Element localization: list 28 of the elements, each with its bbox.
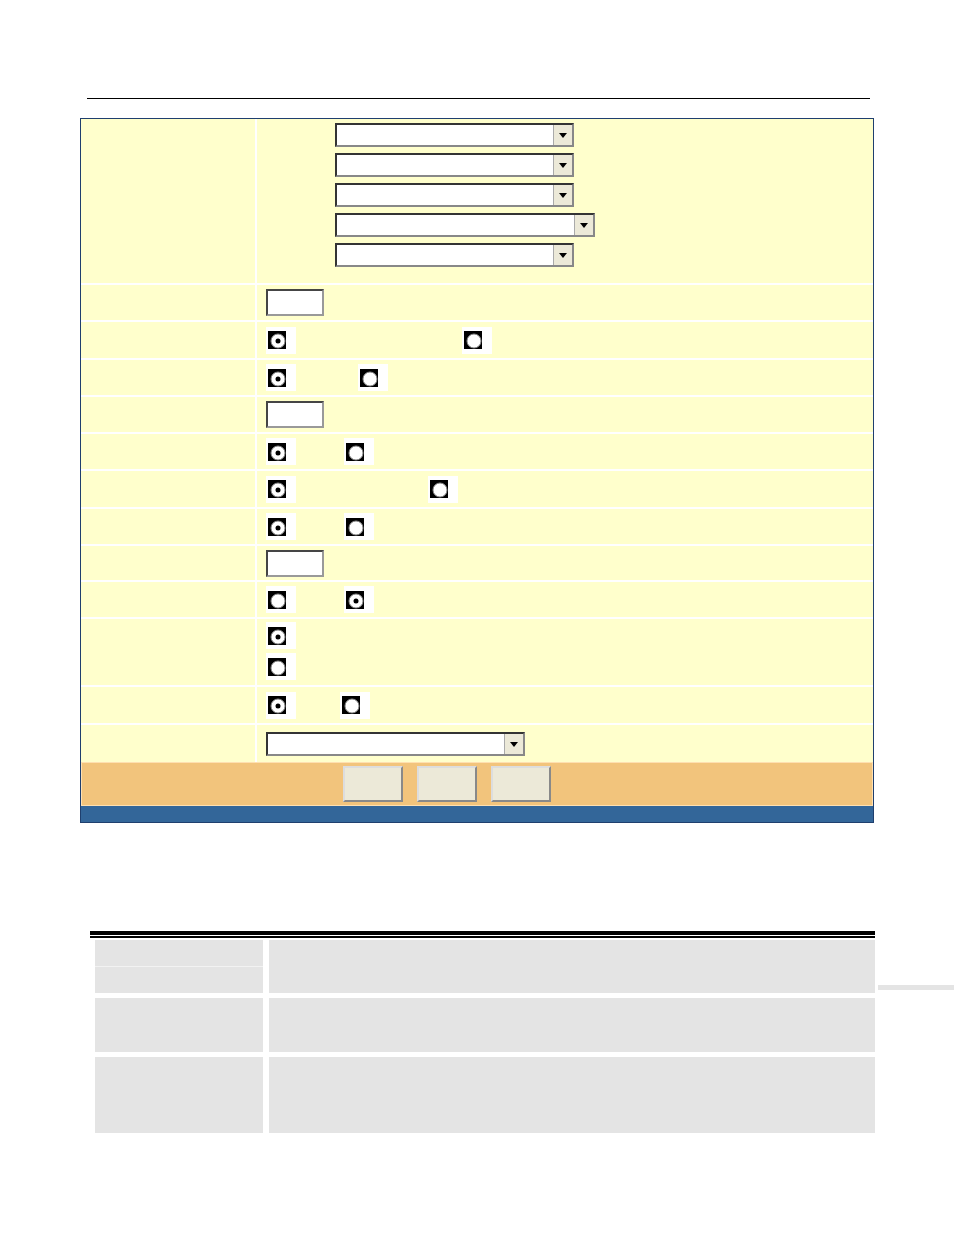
radio-button[interactable] — [430, 480, 448, 498]
radio-button[interactable] — [346, 590, 364, 609]
text-input[interactable] — [266, 289, 324, 316]
radio-button[interactable] — [342, 696, 360, 714]
radio-button[interactable] — [268, 657, 286, 676]
radio-button[interactable] — [268, 626, 286, 645]
radio-button[interactable] — [268, 590, 286, 609]
dropdown-field[interactable] — [266, 731, 525, 756]
radio-button[interactable] — [346, 442, 364, 461]
text-input[interactable] — [266, 549, 324, 577]
button[interactable] — [343, 766, 403, 802]
dropdown-field[interactable] — [335, 243, 574, 267]
radio-button[interactable] — [360, 368, 378, 387]
radio-button[interactable] — [268, 480, 286, 498]
radio-button[interactable] — [268, 442, 286, 461]
dropdown-field[interactable] — [335, 213, 595, 237]
radio-button[interactable] — [268, 368, 286, 387]
radio-button[interactable] — [268, 696, 286, 714]
radio-button[interactable] — [346, 517, 364, 536]
dropdown-field[interactable] — [335, 183, 574, 207]
button[interactable] — [491, 766, 551, 802]
radio-button[interactable] — [268, 517, 286, 536]
dropdown-field[interactable] — [335, 123, 574, 147]
text-input[interactable] — [266, 401, 324, 428]
radio-button[interactable] — [464, 331, 482, 349]
button[interactable] — [417, 766, 477, 802]
radio-button[interactable] — [268, 331, 286, 349]
dropdown-field[interactable] — [335, 153, 574, 177]
